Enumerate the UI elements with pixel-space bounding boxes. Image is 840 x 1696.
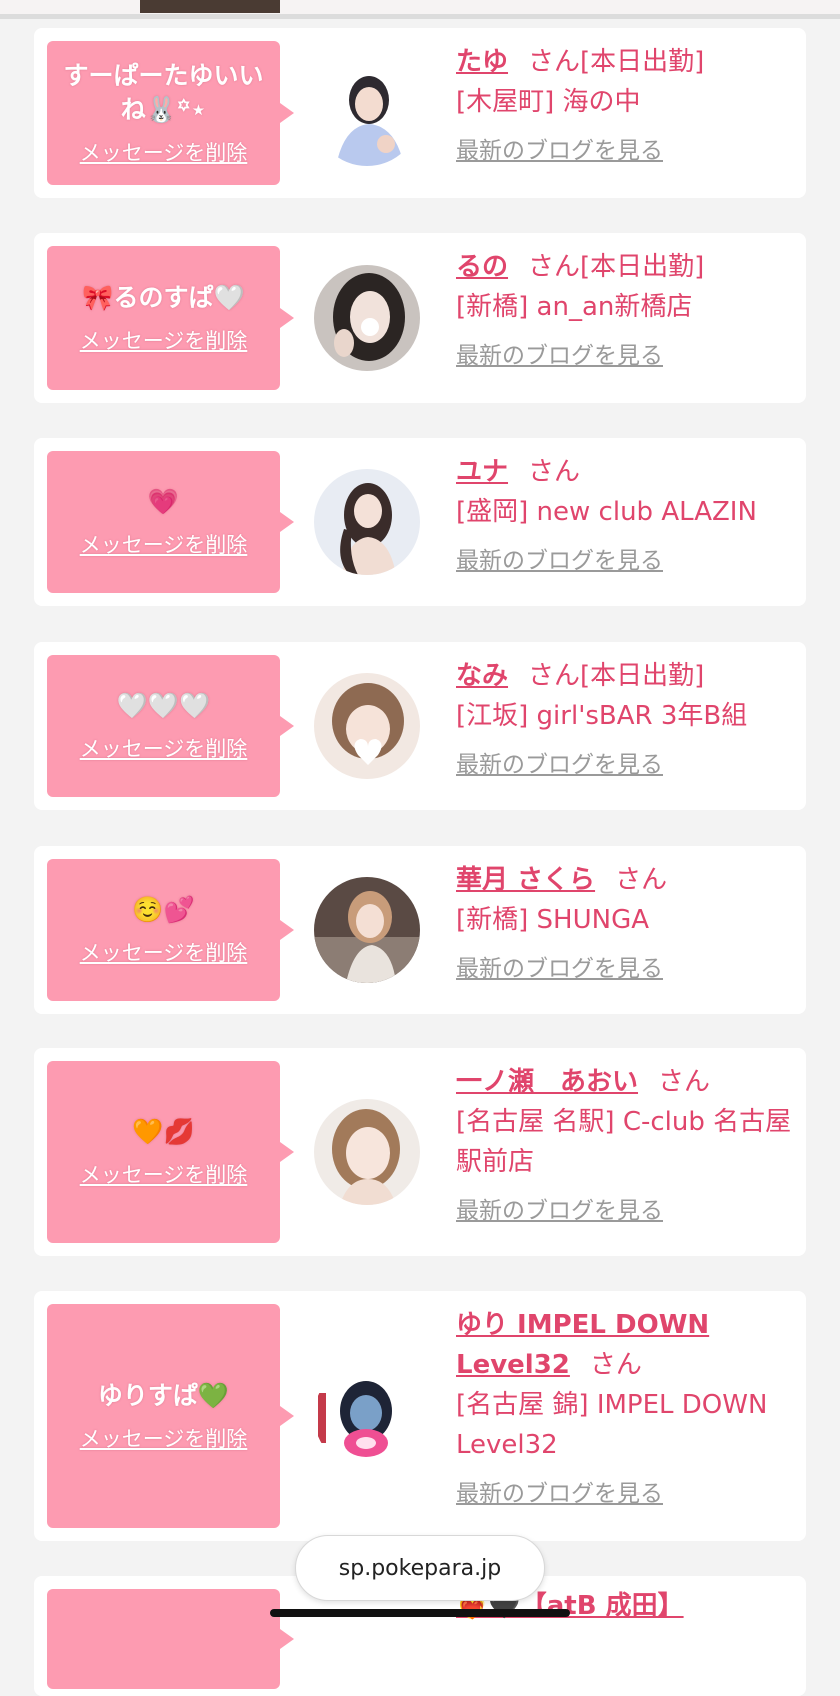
message-bubble: すーぱーたゆいいね🐰꙳⋆ メッセージを削除 (47, 41, 294, 185)
avatar-photo-placeholder (314, 673, 420, 779)
profile-name-link[interactable]: たゆ (456, 47, 508, 77)
latest-blog-link[interactable]: 最新のブログを見る (456, 1478, 796, 1510)
profile-name-link[interactable]: なみ (456, 661, 508, 691)
profile-name-link[interactable]: ゆり IMPEL DOWN Level32 (456, 1310, 709, 1380)
profile-info: 華月 さくら さん [新橋] SHUNGA 最新のブログを見る (456, 860, 796, 985)
profile-name-link[interactable]: 華月 さくら (456, 865, 595, 895)
delete-message-link[interactable]: メッセージを削除 (80, 325, 248, 355)
message-text: 💗 (147, 487, 180, 516)
honorific-label: さん (528, 47, 581, 77)
message-bubble: 🧡💋 メッセージを削除 (47, 1061, 294, 1243)
avatar-photo-placeholder (314, 60, 420, 166)
profile-info: ユナ さん [盛岡] new club ALAZIN 最新のブログを見る (456, 452, 796, 577)
favorite-card: 🎀るのすぱ🤍 メッセージを削除 るの さん[本日出勤] [新橋] an_an新橋店… (34, 233, 806, 403)
honorific-label: さん (528, 661, 581, 691)
shop-label: [木屋町] 海の中 (456, 87, 641, 117)
message-text: 🧡💋 (132, 1117, 195, 1146)
delete-message-link[interactable]: メッセージを削除 (80, 1423, 248, 1453)
home-indicator[interactable] (270, 1609, 570, 1617)
honorific-label: さん (658, 1067, 711, 1097)
honorific-label: さん (589, 1350, 642, 1380)
avatar[interactable] (314, 469, 420, 575)
honorific-label: さん (528, 457, 581, 487)
avatar-photo-placeholder (314, 877, 420, 983)
avatar[interactable] (314, 877, 420, 983)
shop-label: [新橋] an_an新橋店 (456, 292, 693, 322)
active-nav-tab[interactable] (140, 0, 280, 13)
avatar[interactable] (314, 1363, 420, 1469)
message-bubble: 🤍🤍🤍 メッセージを削除 (47, 655, 294, 797)
profile-name-link[interactable]: ユナ (456, 457, 508, 487)
message-text: 🎀るのすぱ🤍 (82, 283, 245, 312)
shop-label: [江坂] girl'sBAR 3年B組 (456, 701, 748, 731)
avatar-photo-placeholder (314, 469, 420, 575)
message-text: すーぱーたゆいいね🐰꙳⋆ (63, 61, 264, 124)
shop-label: [盛岡] new club ALAZIN (456, 497, 757, 527)
delete-message-link[interactable]: メッセージを削除 (80, 137, 248, 167)
message-text: ☺️💕 (132, 895, 195, 924)
top-nav-bar (0, 0, 840, 19)
message-bubble: 🎀るのすぱ🤍 メッセージを削除 (47, 246, 294, 390)
profile-info: なみ さん[本日出勤] [江坂] girl'sBAR 3年B組 最新のブログを見る (456, 656, 796, 781)
avatar[interactable] (314, 265, 420, 371)
latest-blog-link[interactable]: 最新のブログを見る (456, 340, 796, 372)
shop-label: [名古屋 名駅] C-club 名古屋駅前店 (456, 1107, 792, 1177)
profile-info: るの さん[本日出勤] [新橋] an_an新橋店 最新のブログを見る (456, 247, 796, 372)
favorite-card: ☺️💕 メッセージを削除 華月 さくら さん [新橋] SHUNGA 最新のブログ… (34, 846, 806, 1014)
message-text: 🤍🤍🤍 (116, 691, 211, 720)
attendance-status: [本日出勤] (580, 47, 705, 77)
delete-message-link[interactable]: メッセージを削除 (80, 937, 248, 967)
delete-message-link[interactable]: メッセージを削除 (80, 1159, 248, 1189)
avatar-photo-placeholder (314, 1099, 420, 1205)
profile-name-link[interactable]: 一ノ瀬 あおい (456, 1067, 638, 1097)
avatar[interactable] (314, 1099, 420, 1205)
delete-message-link[interactable]: メッセージを削除 (80, 733, 248, 763)
favorite-card: 💗 メッセージを削除 ユナ さん [盛岡] new club ALAZIN 最新の… (34, 438, 806, 606)
message-bubble: 💗 メッセージを削除 (47, 451, 294, 593)
delete-message-link[interactable]: メッセージを削除 (80, 529, 248, 559)
profile-info: たゆ さん[本日出勤] [木屋町] 海の中 最新のブログを見る (456, 42, 796, 167)
latest-blog-link[interactable]: 最新のブログを見る (456, 135, 796, 167)
browser-url-bar[interactable]: sp.pokepara.jp (295, 1535, 545, 1601)
url-text: sp.pokepara.jp (338, 1555, 502, 1581)
profile-info: 一ノ瀬 あおい さん [名古屋 名駅] C-club 名古屋駅前店 最新のブログを… (456, 1062, 796, 1227)
message-bubble: ☺️💕 メッセージを削除 (47, 859, 294, 1001)
message-bubble (47, 1589, 294, 1689)
avatar-photo-placeholder (314, 265, 420, 371)
latest-blog-link[interactable]: 最新のブログを見る (456, 749, 796, 781)
latest-blog-link[interactable]: 最新のブログを見る (456, 953, 796, 985)
shop-label: [新橋] SHUNGA (456, 905, 650, 935)
latest-blog-link[interactable]: 最新のブログを見る (456, 1195, 796, 1227)
honorific-label: さん (615, 865, 668, 895)
avatar[interactable] (314, 673, 420, 779)
message-bubble: ゆりすぱ💚 メッセージを削除 (47, 1304, 294, 1528)
favorite-card: 🧡💋 メッセージを削除 一ノ瀬 あおい さん [名古屋 名駅] C-club 名古… (34, 1048, 806, 1256)
avatar[interactable] (314, 60, 420, 166)
profile-name-link[interactable]: るの (456, 252, 508, 282)
avatar-photo-placeholder (314, 1363, 420, 1469)
favorite-card: 🤍🤍🤍 メッセージを削除 なみ さん[本日出勤] [江坂] girl'sBAR 3… (34, 642, 806, 810)
attendance-status: [本日出勤] (580, 252, 705, 282)
favorite-card: すーぱーたゆいいね🐰꙳⋆ メッセージを削除 たゆ さん[本日出勤] [木屋町] 海… (34, 28, 806, 198)
message-text: ゆりすぱ💚 (97, 1381, 230, 1410)
favorite-card: ゆりすぱ💚 メッセージを削除 ゆり IMPEL DOWN Level32 さん [… (34, 1291, 806, 1541)
honorific-label: さん (528, 252, 581, 282)
attendance-status: [本日出勤] (580, 661, 705, 691)
profile-info: ゆり IMPEL DOWN Level32 さん [名古屋 錦] IMPEL DO… (456, 1305, 796, 1510)
shop-label: [名古屋 錦] IMPEL DOWN Level32 (456, 1390, 768, 1460)
latest-blog-link[interactable]: 最新のブログを見る (456, 545, 796, 577)
